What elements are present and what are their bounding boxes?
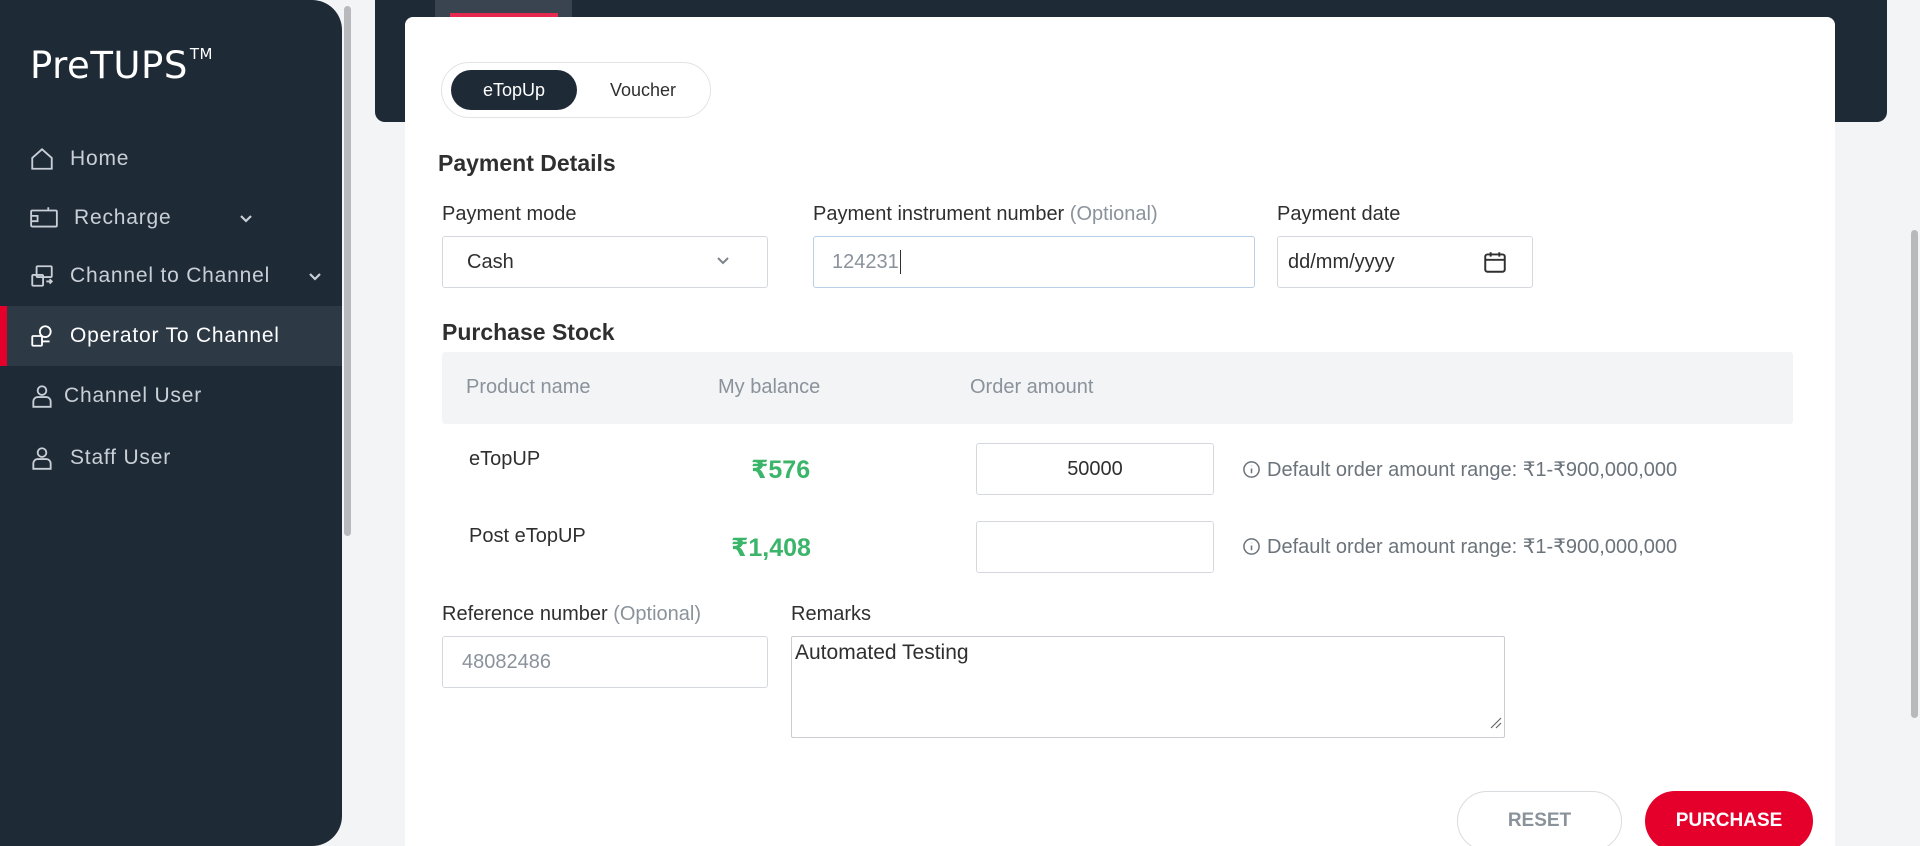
payment-instrument-label-text: Payment instrument number	[813, 203, 1065, 225]
operator-channel-icon	[28, 322, 56, 350]
sidebar-item-operator-to-channel[interactable]: Operator To Channel	[0, 306, 342, 366]
toggle-voucher[interactable]: Voucher	[582, 70, 704, 110]
logo-trademark: TM	[189, 44, 213, 63]
sidebar-scrollbar[interactable]	[342, 0, 352, 846]
payment-mode-label: Payment mode	[442, 203, 577, 225]
purchase-stock-title: Purchase Stock	[442, 319, 615, 345]
page-scrollbar[interactable]	[1908, 0, 1920, 846]
remarks-textarea[interactable]: Automated Testing	[791, 636, 1505, 738]
purchase-button[interactable]: PURCHASE	[1645, 791, 1813, 846]
payment-instrument-input[interactable]: 124231	[813, 236, 1255, 288]
column-header-order-amount: Order amount	[970, 376, 1094, 398]
remarks-value: Automated Testing	[795, 641, 969, 664]
user-icon	[28, 382, 56, 410]
sidebar: PreTUPS TM Home Recharge Channel to Chann…	[0, 0, 342, 846]
product-name-post-etopup: Post eTopUP	[469, 525, 586, 547]
stock-table-header: Product name My balance Order amount	[442, 352, 1793, 424]
sidebar-item-staff-user[interactable]: Staff User	[0, 429, 342, 487]
channel-transfer-icon	[28, 262, 56, 290]
info-icon	[1243, 538, 1260, 555]
text-caret	[899, 250, 901, 274]
sidebar-item-label: Channel to Channel	[70, 264, 271, 287]
sidebar-item-label: Staff User	[70, 446, 171, 469]
payment-date-placeholder: dd/mm/yyyy	[1288, 250, 1395, 273]
balance-post-etopup: ₹1,408	[731, 534, 811, 562]
optional-tag: (Optional)	[613, 603, 702, 625]
remarks-label: Remarks	[791, 603, 872, 625]
payment-mode-value: Cash	[467, 250, 514, 273]
reference-number-label: Reference number (Optional)	[442, 603, 701, 626]
column-header-product: Product name	[466, 376, 591, 398]
reset-button[interactable]: RESET	[1457, 791, 1622, 846]
product-type-toggle: eTopUp Voucher	[441, 62, 711, 118]
chevron-down-icon	[238, 210, 254, 226]
payment-instrument-label: Payment instrument number (Optional)	[813, 203, 1158, 226]
order-amount-input-post-etopup[interactable]	[976, 521, 1214, 573]
amount-range-hint: Default order amount range: ₹1-₹900,000,…	[1242, 457, 1677, 482]
reference-number-label-text: Reference number	[442, 603, 608, 625]
payment-details-title: Payment Details	[438, 150, 616, 176]
calendar-icon[interactable]	[1482, 249, 1508, 281]
sidebar-item-channel-user[interactable]: Channel User	[0, 367, 342, 425]
page-scrollbar-thumb[interactable]	[1911, 230, 1918, 718]
info-icon	[1243, 461, 1260, 478]
user-icon	[28, 444, 56, 472]
balance-etopup: ₹576	[751, 456, 811, 484]
sidebar-scrollbar-thumb[interactable]	[344, 6, 351, 536]
payment-date-input[interactable]: dd/mm/yyyy	[1277, 236, 1533, 288]
optional-tag: (Optional)	[1069, 203, 1158, 225]
payment-date-label: Payment date	[1277, 203, 1401, 225]
payment-instrument-value: 124231	[832, 250, 899, 273]
reference-number-input[interactable]: 48082486	[442, 636, 768, 688]
home-icon	[28, 145, 56, 173]
recharge-icon	[28, 204, 60, 232]
order-amount-input-etopup[interactable]: 50000	[976, 443, 1214, 495]
chevron-down-icon	[715, 251, 731, 274]
resize-handle-icon[interactable]	[1488, 711, 1502, 735]
sidebar-item-label: Home	[70, 147, 130, 170]
reference-number-value: 48082486	[462, 650, 551, 673]
order-amount-value: 50000	[1067, 457, 1123, 480]
header-active-tab[interactable]	[435, 0, 572, 18]
column-header-balance: My balance	[718, 376, 821, 398]
sidebar-item-recharge[interactable]: Recharge	[0, 189, 342, 247]
chevron-down-icon	[307, 268, 323, 284]
sidebar-item-label: Operator To Channel	[70, 324, 280, 347]
app-logo[interactable]: PreTUPS TM	[30, 44, 213, 87]
sidebar-item-home[interactable]: Home	[0, 130, 342, 188]
sidebar-item-channel-to-channel[interactable]: Channel to Channel	[0, 247, 342, 305]
amount-range-hint: Default order amount range: ₹1-₹900,000,…	[1242, 534, 1677, 559]
amount-range-text: Default order amount range: ₹1-₹900,000,…	[1267, 536, 1678, 558]
payment-mode-select[interactable]: Cash	[442, 236, 768, 288]
sidebar-item-label: Channel User	[64, 384, 202, 407]
toggle-etopup[interactable]: eTopUp	[451, 70, 577, 110]
product-name-etopup: eTopUP	[469, 448, 541, 470]
logo-text: PreTUPS	[30, 44, 188, 87]
sidebar-item-label: Recharge	[74, 206, 172, 229]
amount-range-text: Default order amount range: ₹1-₹900,000,…	[1267, 459, 1678, 481]
